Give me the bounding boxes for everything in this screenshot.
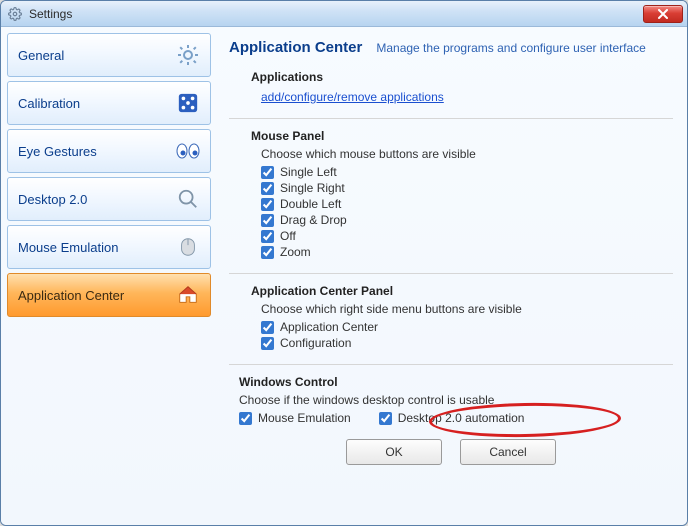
- checkbox-single-right[interactable]: [261, 182, 274, 195]
- window-title: Settings: [29, 7, 643, 21]
- checkbox-label: Configuration: [280, 336, 351, 350]
- main-panel: Application Center Manage the programs a…: [211, 27, 687, 525]
- checkbox-mouse-emulation[interactable]: [239, 412, 252, 425]
- checkbox-single-left[interactable]: [261, 166, 274, 179]
- checkbox-label: Single Right: [280, 181, 345, 195]
- titlebar: Settings: [1, 1, 687, 27]
- sidebar: General Calibration Eye Gestures Desktop…: [1, 27, 211, 525]
- mouse-icon: [174, 233, 202, 261]
- ok-button[interactable]: OK: [346, 439, 442, 465]
- sidebar-item-label: General: [18, 48, 64, 63]
- gear-icon: [7, 6, 23, 22]
- section-heading: Windows Control: [239, 375, 673, 389]
- sidebar-item-mouse-emulation[interactable]: Mouse Emulation: [7, 225, 211, 269]
- checkbox-label: Off: [280, 229, 296, 243]
- checkbox-app-center[interactable]: [261, 321, 274, 334]
- checkbox-label: Zoom: [280, 245, 311, 259]
- settings-window: Settings General Calibration Eye Gesture…: [0, 0, 688, 526]
- checkbox-double-left[interactable]: [261, 198, 274, 211]
- sidebar-item-label: Calibration: [18, 96, 80, 111]
- sidebar-item-label: Mouse Emulation: [18, 240, 118, 255]
- checkbox-off[interactable]: [261, 230, 274, 243]
- sidebar-item-calibration[interactable]: Calibration: [7, 81, 211, 125]
- checkbox-zoom[interactable]: [261, 246, 274, 259]
- mouse-panel-section: Mouse Panel Choose which mouse buttons a…: [251, 129, 673, 259]
- sidebar-item-application-center[interactable]: Application Center: [7, 273, 211, 317]
- sidebar-item-eye-gestures[interactable]: Eye Gestures: [7, 129, 211, 173]
- checkbox-configuration[interactable]: [261, 337, 274, 350]
- section-desc: Choose if the windows desktop control is…: [239, 393, 673, 407]
- sidebar-item-label: Desktop 2.0: [18, 192, 87, 207]
- divider: [229, 273, 673, 274]
- cancel-button[interactable]: Cancel: [460, 439, 556, 465]
- dice-icon: [174, 89, 202, 117]
- gear-icon: [174, 41, 202, 69]
- eyes-icon: [174, 137, 202, 165]
- checkbox-label: Drag & Drop: [280, 213, 347, 227]
- checkbox-label: Mouse Emulation: [258, 411, 351, 425]
- applications-section: Applications add/configure/remove applic…: [251, 70, 673, 104]
- sidebar-item-label: Application Center: [18, 288, 124, 303]
- sidebar-item-general[interactable]: General: [7, 33, 211, 77]
- home-icon: [174, 281, 202, 309]
- page-header: Application Center Manage the programs a…: [229, 39, 673, 56]
- checkbox-label: Double Left: [280, 197, 341, 211]
- section-heading: Application Center Panel: [251, 284, 673, 298]
- page-subtitle: Manage the programs and configure user i…: [376, 41, 646, 55]
- applications-link[interactable]: add/configure/remove applications: [261, 90, 444, 104]
- checkbox-label: Single Left: [280, 165, 337, 179]
- magnifier-icon: [174, 185, 202, 213]
- windows-control-section: Windows Control Choose if the windows de…: [239, 375, 673, 425]
- sidebar-item-label: Eye Gestures: [18, 144, 97, 159]
- checkbox-label: Application Center: [280, 320, 378, 334]
- section-heading: Applications: [251, 70, 673, 84]
- page-title: Application Center: [229, 39, 362, 56]
- dialog-buttons: OK Cancel: [229, 439, 673, 465]
- checkbox-drag-drop[interactable]: [261, 214, 274, 227]
- sidebar-item-desktop20[interactable]: Desktop 2.0: [7, 177, 211, 221]
- window-body: General Calibration Eye Gestures Desktop…: [1, 27, 687, 525]
- divider: [229, 118, 673, 119]
- checkbox-label: Desktop 2.0 automation: [398, 411, 525, 425]
- close-button[interactable]: [643, 5, 683, 23]
- acp-section: Application Center Panel Choose which ri…: [251, 284, 673, 350]
- section-heading: Mouse Panel: [251, 129, 673, 143]
- divider: [229, 364, 673, 365]
- checkbox-desktop20-automation[interactable]: [379, 412, 392, 425]
- section-desc: Choose which mouse buttons are visible: [261, 147, 673, 161]
- section-desc: Choose which right side menu buttons are…: [261, 302, 673, 316]
